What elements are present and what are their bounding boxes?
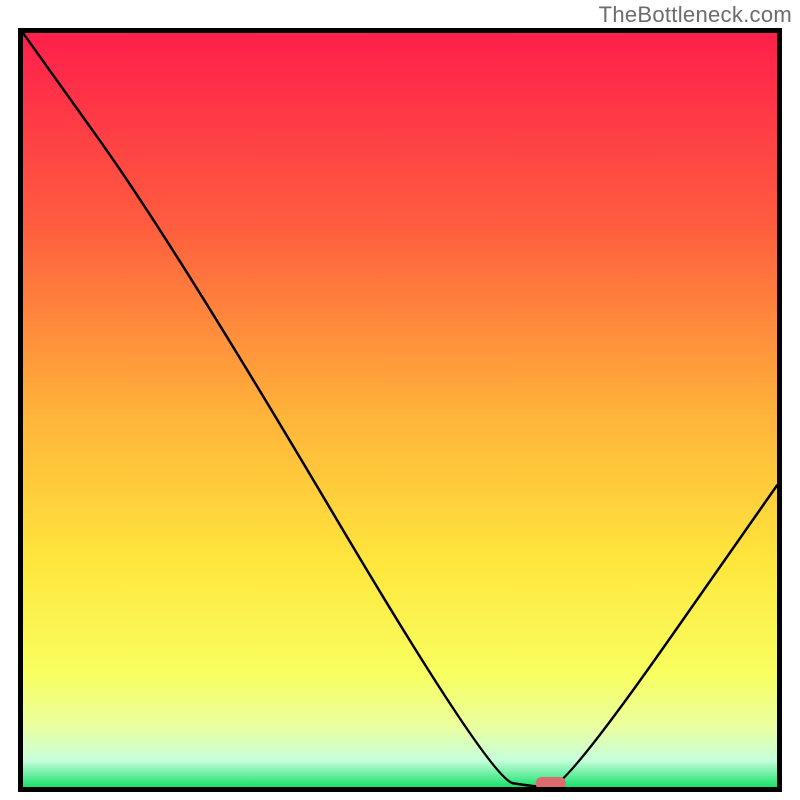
chart-frame bbox=[18, 28, 782, 792]
gradient-background bbox=[23, 33, 777, 787]
optimal-marker bbox=[536, 777, 566, 787]
watermark-text: TheBottleneck.com bbox=[599, 2, 792, 28]
chart-svg bbox=[23, 33, 777, 787]
